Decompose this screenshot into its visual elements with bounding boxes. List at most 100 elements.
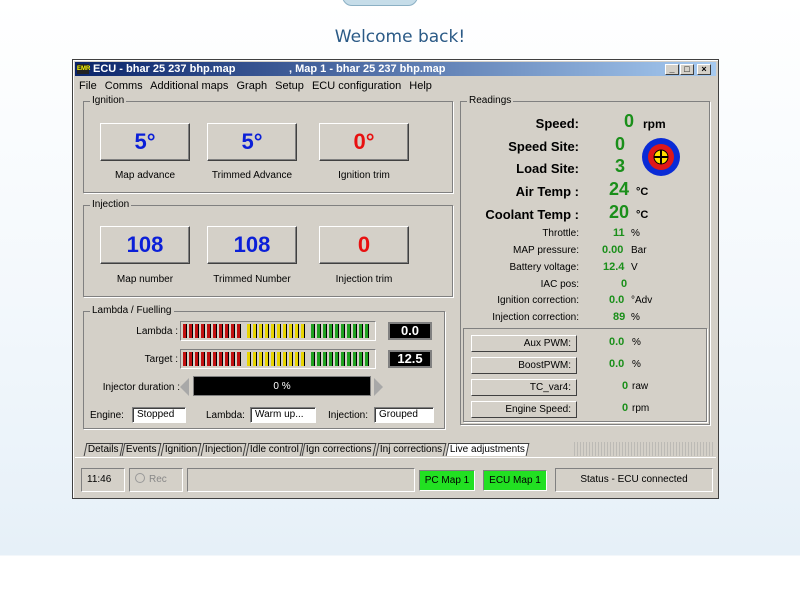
battery-voltage-label: Battery voltage: [509, 262, 579, 273]
tab-injection[interactable]: Injection [200, 443, 247, 456]
ignition-correction-unit: °Adv [631, 295, 653, 306]
iac-pos-label: IAC pos: [540, 279, 579, 290]
coolant-temp-label: Coolant Temp : [485, 207, 579, 222]
injection-correction-label: Injection correction: [492, 312, 579, 323]
map-number-label: Map number [116, 274, 174, 285]
menu-ecu-configuration[interactable]: ECU configuration [312, 80, 401, 92]
lambda-label: Lambda : [136, 326, 178, 337]
lambda-bar-segment [219, 324, 223, 338]
aux-pwm-value: 0.0 [609, 336, 625, 348]
lambda-bar-segment [347, 352, 351, 366]
close-icon[interactable]: × [697, 64, 711, 75]
map-pressure-value: 0.00 [602, 244, 624, 256]
lambda-bar-segment [359, 352, 363, 366]
tab-ignition[interactable]: Ignition [160, 443, 202, 456]
speed-label: Speed: [535, 116, 579, 131]
tab-idle-control-label: Idle control [249, 444, 299, 455]
target-label: Target : [144, 354, 178, 365]
injector-right-arrow-icon[interactable] [374, 378, 383, 396]
tab-strip-filler [574, 442, 714, 456]
injection-trim-value: 0 [319, 226, 409, 264]
tab-ignition-label: Ignition [164, 444, 197, 455]
aux-pwm-unit: % [632, 337, 641, 348]
tab-details[interactable]: Details [83, 443, 123, 456]
aux-pwm-button[interactable]: Aux PWM: [471, 335, 577, 352]
tab-live-adjustments[interactable]: Live adjustments [445, 443, 530, 456]
rec-button[interactable]: Rec [129, 468, 183, 492]
connection-status: Status - ECU connected [555, 468, 713, 492]
lambda-bar-segment [277, 352, 281, 366]
lambda-bar-segment [353, 352, 357, 366]
record-icon [135, 473, 145, 483]
tab-inj-corrections[interactable]: Inj corrections [375, 443, 447, 456]
injection-correction-value: 89 [613, 311, 626, 323]
speed-site-value: 0 [615, 134, 626, 154]
menu-file[interactable]: File [79, 80, 97, 92]
trimmed-advance-label: Trimmed Advance [211, 170, 293, 181]
lambda-bar-segment [225, 324, 229, 338]
lambda-bar-segment [365, 352, 369, 366]
map-pressure-label: MAP pressure: [513, 245, 579, 256]
top-tab-button[interactable] [342, 0, 418, 6]
lambda-status-field: Warm up... [250, 407, 316, 423]
readings-group-label: Readings [467, 95, 514, 106]
tab-ign-corrections[interactable]: Ign corrections [302, 443, 377, 456]
lambda-bar-segment [225, 352, 229, 366]
engine-speed-button[interactable]: Engine Speed: [471, 401, 577, 418]
minimize-icon[interactable]: _ [665, 64, 679, 75]
window-title-right: , Map 1 - bhar 25 237 bhp.map [289, 63, 446, 75]
lambda-bar-segment [219, 352, 223, 366]
lambda-bar-segment [359, 324, 363, 338]
tc-var4-button[interactable]: TC_var4: [471, 379, 577, 396]
lambda-bar-segment [283, 324, 287, 338]
lambda-bar-segment [329, 324, 333, 338]
injection-trim-label: Injection trim [335, 274, 393, 285]
lambda-bar-segment [201, 324, 205, 338]
maximize-icon[interactable]: □ [680, 64, 694, 75]
boost-pwm-button[interactable]: BoostPWM: [471, 357, 577, 374]
boost-pwm-value: 0.0 [609, 358, 625, 370]
ignition-group: Ignition 5° 5° 0° Map advance Trimmed Ad… [83, 95, 453, 193]
welcome-message: Welcome back! [334, 27, 466, 47]
lambda-bar-segment [317, 324, 321, 338]
injection-correction-unit: % [631, 312, 640, 323]
target-bar [180, 349, 376, 369]
ignition-trim-value: 0° [319, 123, 409, 161]
menu-help[interactable]: Help [409, 80, 432, 92]
coolant-temp-unit: °C [636, 209, 649, 221]
lambda-bar-segment [301, 324, 305, 338]
injector-left-arrow-icon[interactable] [180, 378, 189, 396]
injection-mode-label: Injection: [328, 410, 369, 421]
menu-graph[interactable]: Graph [236, 80, 267, 92]
tab-idle-control[interactable]: Idle control [245, 443, 304, 456]
speed-site-label: Speed Site: [508, 139, 579, 154]
injector-duration-bar: 0 % [193, 376, 371, 396]
lambda-bar-segment [289, 324, 293, 338]
iac-pos-value: 0 [621, 278, 628, 290]
injection-group: Injection 108 108 0 Map number Trimmed N… [83, 199, 453, 297]
app-icon: EMR [77, 64, 91, 74]
battery-voltage-unit: V [631, 262, 638, 273]
lambda-bar-segment [259, 352, 263, 366]
lambda-bar-segment [231, 352, 235, 366]
battery-voltage-value: 12.4 [603, 261, 625, 273]
speed-value: 0 [624, 111, 635, 131]
lambda-bar-segment [253, 352, 257, 366]
map-number-value: 108 [100, 226, 190, 264]
lambda-bar-segment [283, 352, 287, 366]
menu-comms[interactable]: Comms [105, 80, 143, 92]
boost-pwm-unit: % [632, 359, 641, 370]
site-target-icon [642, 138, 680, 176]
tab-injection-label: Injection [204, 444, 242, 455]
tab-events[interactable]: Events [121, 443, 162, 456]
lambda-bar-segment [365, 324, 369, 338]
engine-speed-value: 0 [622, 402, 629, 414]
aux-panel: Aux PWM: 0.0 % BoostPWM: 0.0 % TC_var4: … [463, 328, 707, 422]
menu-setup[interactable]: Setup [275, 80, 304, 92]
lambda-bar-segment [265, 352, 269, 366]
injector-duration-label: Injector duration : [102, 382, 180, 393]
lambda-bar-segment [189, 352, 193, 366]
menu-additional-maps[interactable]: Additional maps [150, 80, 228, 92]
lambda-bar-segment [323, 324, 327, 338]
lambda-bar-segment [237, 324, 241, 338]
